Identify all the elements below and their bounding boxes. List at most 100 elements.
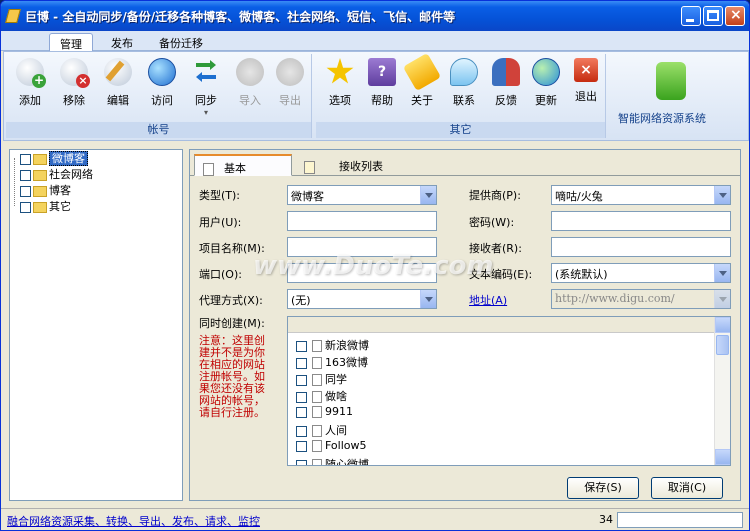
help-button[interactable]: ? 帮助 [362, 58, 402, 114]
close-button[interactable]: × [725, 6, 745, 26]
remove-icon: × [60, 58, 90, 88]
remove-button[interactable]: × 移除 [54, 58, 94, 114]
list-checkbox[interactable] [296, 459, 307, 465]
group-label-other: 其它 [316, 122, 605, 138]
exit-button[interactable]: × 退出 [566, 58, 606, 114]
encoding-select[interactable]: (系统默认) [551, 263, 731, 283]
create-site-list[interactable]: 新浪微博 163微博 同学 做啥 9911 人间 Follow5 随心微博 [287, 316, 731, 466]
about-button[interactable]: 关于 [402, 52, 442, 114]
brand-block[interactable]: 智能网络资源系统 [610, 54, 746, 138]
tree-checkbox[interactable] [20, 185, 31, 197]
add-icon: + [16, 58, 46, 88]
title-bar[interactable]: 巨博 - 全自动同步/备份/迁移各种博客、微博客、社会网络、短信、飞信、邮件等 … [1, 1, 749, 31]
scroll-down-button[interactable] [715, 449, 730, 465]
tab-backup-migrate[interactable]: 备份迁移 [149, 33, 213, 51]
list-checkbox[interactable] [296, 357, 307, 369]
receiver-input[interactable] [551, 237, 731, 257]
sync-button[interactable]: 同步 ▾ [186, 58, 226, 117]
chevron-down-icon [420, 290, 436, 308]
type-select[interactable]: 微博客 [287, 185, 437, 205]
site-icon [312, 391, 322, 403]
tab-publish[interactable]: 发布 [101, 33, 143, 51]
chevron-down-icon: ▾ [203, 108, 208, 117]
export-button[interactable]: 导出 [270, 58, 310, 114]
tab-manage[interactable]: 管理 [49, 33, 93, 51]
list-item[interactable]: 新浪微博 [296, 337, 369, 353]
list-item[interactable]: 同学 [296, 371, 347, 387]
cancel-button[interactable]: 取消(C) [651, 477, 723, 499]
minimize-button[interactable] [681, 6, 701, 26]
chevron-down-icon [714, 290, 730, 308]
list-item[interactable]: 163微博 [296, 354, 368, 370]
export-icon [276, 58, 304, 86]
add-button[interactable]: + 添加 [10, 58, 50, 114]
category-tree: 微博客 社会网络 博客 其它 [9, 149, 183, 501]
address-link[interactable]: 地址(A) [469, 292, 507, 308]
password-input[interactable] [551, 211, 731, 231]
star-icon [326, 58, 354, 84]
tree-item[interactable]: 微博客 [20, 150, 88, 166]
site-icon [312, 425, 322, 437]
scroll-thumb[interactable] [716, 335, 729, 355]
status-count: 34 [599, 513, 613, 526]
maximize-button[interactable] [703, 6, 723, 26]
list-item[interactable]: 9911 [296, 405, 353, 421]
feedback-button[interactable]: 反馈 [486, 58, 526, 114]
list-checkbox[interactable] [296, 440, 307, 452]
proxy-label: 代理方式(X): [199, 294, 263, 307]
window-title: 巨博 - 全自动同步/备份/迁移各种博客、微博客、社会网络、短信、飞信、邮件等 [25, 10, 456, 24]
tree-item[interactable]: 博客 [20, 182, 71, 198]
proxy-select[interactable]: (无) [287, 289, 437, 309]
password-label: 密码(W): [469, 216, 515, 229]
list-checkbox[interactable] [296, 406, 307, 418]
status-link[interactable]: 融合网络资源采集、转换、导出、发布、请求、监控 [7, 513, 260, 529]
user-input[interactable] [287, 211, 437, 231]
ribbon-tab-bar: 管理 发布 备份迁移 [1, 31, 749, 51]
clipboard-icon [304, 160, 315, 174]
list-checkbox[interactable] [296, 340, 307, 352]
chat-bubble-icon [450, 58, 478, 86]
list-item[interactable]: 随心微博 [296, 456, 369, 465]
ribbon-group-account: + 添加 × 移除 编辑 访问 同步 ▾ 导入 导出 帐号 [6, 54, 312, 138]
edit-button[interactable]: 编辑 [98, 58, 138, 114]
document-icon [203, 162, 214, 176]
import-icon [236, 58, 264, 86]
tree-checkbox[interactable] [20, 169, 31, 181]
user-label: 用户(U): [199, 216, 242, 229]
options-button[interactable]: 选项 [320, 58, 360, 114]
detail-tab-bar: 基本 接收列表 [190, 150, 740, 176]
edit-icon [104, 58, 132, 86]
list-checkbox[interactable] [296, 374, 307, 386]
provider-select[interactable]: 嘀咕/火兔 [551, 185, 731, 205]
list-scrollbar[interactable] [714, 317, 730, 465]
save-button[interactable]: 保存(S) [567, 477, 639, 499]
list-item[interactable]: 人间 [296, 422, 347, 438]
app-icon [5, 9, 21, 23]
main-window: 巨博 - 全自动同步/备份/迁移各种博客、微博客、社会网络、短信、飞信、邮件等 … [0, 0, 750, 531]
tab-basic[interactable]: 基本 [194, 154, 292, 176]
visit-button[interactable]: 访问 [142, 58, 182, 114]
chevron-down-icon [714, 264, 730, 282]
tree-checkbox[interactable] [20, 201, 31, 213]
globe-icon [148, 58, 176, 86]
list-item[interactable]: 做啥 [296, 388, 347, 404]
create-also-label: 同时创建(M): [199, 317, 265, 330]
status-bar: 融合网络资源采集、转换、导出、发布、请求、监控 34 [1, 508, 749, 530]
users-icon [492, 58, 520, 86]
update-button[interactable]: 更新 [526, 58, 566, 114]
folder-icon [33, 185, 47, 197]
tree-checkbox[interactable] [20, 153, 31, 165]
tab-receivers[interactable]: 接收列表 [296, 154, 426, 176]
group-label-account: 帐号 [6, 122, 311, 138]
ribbon-group-other: 选项 ? 帮助 关于 联系 反馈 更新 × 退出 其它 [316, 52, 606, 138]
contact-button[interactable]: 联系 [444, 58, 484, 114]
puzzle-icon [656, 62, 686, 100]
import-button[interactable]: 导入 [230, 58, 270, 114]
site-icon [312, 459, 322, 465]
list-item[interactable]: Follow5 [296, 439, 367, 455]
list-checkbox[interactable] [296, 391, 307, 403]
scroll-up-button[interactable] [715, 317, 730, 333]
list-checkbox[interactable] [296, 425, 307, 437]
tree-item[interactable]: 其它 [20, 198, 71, 214]
tree-item[interactable]: 社会网络 [20, 166, 93, 182]
